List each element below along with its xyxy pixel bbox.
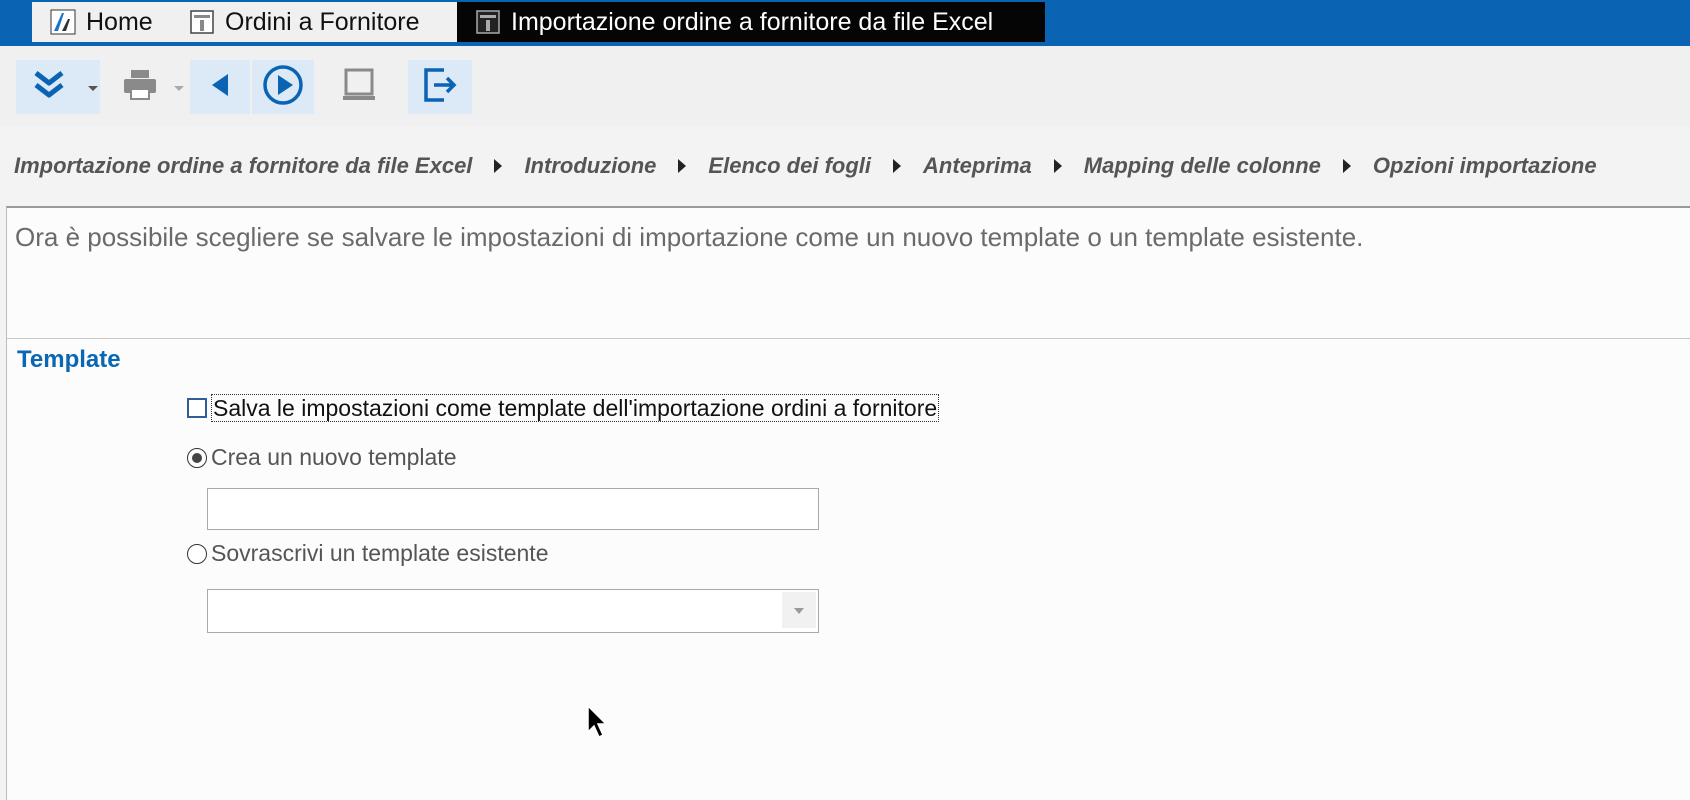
divider [7,338,1690,339]
triangle-right-icon [678,159,687,173]
form-icon [189,9,215,35]
tab-importazione-label: Importazione ordine a fornitore da file … [511,7,994,36]
tab-bar: Home Ordini a Fornitore Importazione ord… [0,0,1690,44]
triangle-right-icon [893,159,901,173]
section-title: Template [17,346,121,373]
breadcrumb-step[interactable]: Importazione ordine a fornitore da file … [14,153,472,179]
dropdown-caret-icon [174,86,184,91]
play-circle-icon [262,64,304,111]
dropdown-caret-icon [88,86,98,91]
intro-text: Ora è possibile scegliere se salvare le … [15,222,1364,252]
breadcrumb: Importazione ordine a fornitore da file … [0,126,1690,206]
form-icon [475,9,501,35]
exit-button[interactable] [408,60,472,114]
new-template-name-input[interactable] [207,488,819,530]
radio-overwrite-template-label[interactable]: Sovrascrivi un template esistente [211,540,549,567]
breadcrumb-step[interactable]: Mapping delle colonne [1084,153,1321,179]
breadcrumb-step[interactable]: Anteprima [923,153,1032,179]
monitor-icon [341,67,377,108]
triangle-right-icon [1053,159,1062,173]
app-logo-icon [50,9,76,35]
wizard-content: Ora è possibile scegliere se salvare le … [6,206,1690,800]
breadcrumb-step-current[interactable]: Opzioni importazione [1373,153,1597,179]
next-button[interactable] [252,60,314,114]
radio-new-template-label[interactable]: Crea un nuovo template [211,444,457,471]
radio-overwrite-template[interactable] [187,544,207,564]
print-button[interactable] [112,60,186,114]
tab-home[interactable]: Home [32,2,189,42]
triangle-right-icon [1342,159,1351,173]
chevron-down-icon[interactable] [782,592,816,628]
breadcrumb-step[interactable]: Elenco dei fogli [708,153,871,179]
mouse-cursor-icon [586,704,610,745]
tab-importazione[interactable]: Importazione ordine a fornitore da file … [457,2,1045,42]
tab-ordini-fornitore[interactable]: Ordini a Fornitore [189,2,457,42]
tab-ordini-label: Ordini a Fornitore [225,7,420,36]
expand-menu-button[interactable] [16,60,100,114]
toolbar [0,44,1690,126]
save-template-label[interactable]: Salva le impostazioni come template dell… [211,394,940,422]
radio-new-template[interactable] [187,448,207,468]
tab-home-label: Home [86,7,153,36]
double-chevron-down-icon [32,70,66,105]
triangle-right-icon [494,159,503,173]
back-button[interactable] [190,60,250,114]
existing-template-select[interactable] [207,589,819,633]
breadcrumb-step[interactable]: Introduzione [524,153,656,179]
save-template-checkbox[interactable] [187,398,207,418]
exit-icon [422,66,458,109]
triangle-left-icon [208,72,232,103]
screen-button[interactable] [328,60,390,114]
printer-icon [122,69,158,106]
